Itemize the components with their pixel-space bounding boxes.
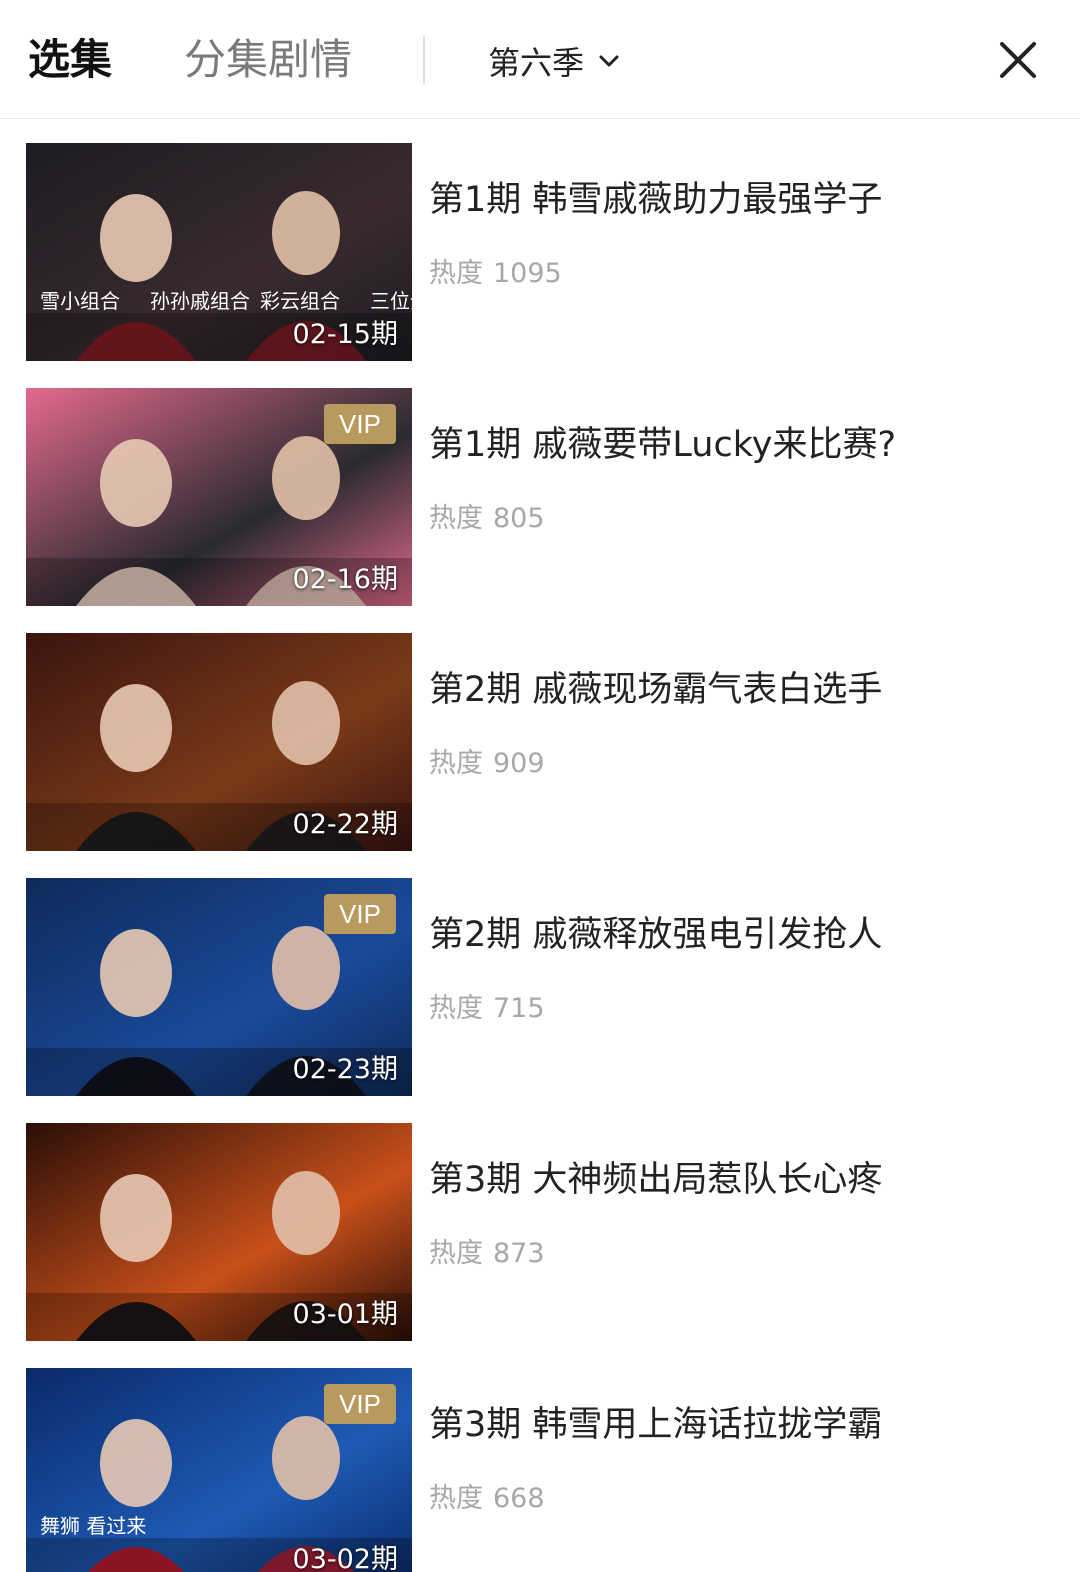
episode-item[interactable]: 舞狮 看过来 VIP 03-02期 第3期 韩雪用上海话拉拢学霸 热度 668 xyxy=(0,1344,1080,1572)
heat-value: 668 xyxy=(493,1483,545,1514)
episode-thumbnail[interactable]: VIP 02-16期 xyxy=(26,388,412,606)
episode-date-label: 02-23期 xyxy=(292,1054,398,1085)
vip-badge: VIP xyxy=(324,404,396,444)
heat-label: 热度 xyxy=(429,1483,483,1514)
heat-value: 909 xyxy=(493,748,545,779)
close-icon[interactable] xyxy=(994,36,1042,84)
episode-heat: 热度 715 xyxy=(429,986,545,1025)
episode-date-label: 02-22期 xyxy=(292,809,398,840)
episode-thumbnail[interactable]: 03-01期 xyxy=(26,1123,412,1341)
episode-date-label: 02-16期 xyxy=(292,564,398,595)
heat-label: 热度 xyxy=(429,1238,483,1269)
chevron-down-icon xyxy=(599,55,619,67)
heat-label: 热度 xyxy=(429,748,483,779)
episode-item[interactable]: 雪小组合 孙孙戚组合彩云组合 三位全能艺人 02-15期 第1期 韩雪戚薇助力最强学… xyxy=(0,119,1080,364)
episode-heat: 热度 1095 xyxy=(429,251,562,290)
heat-value: 715 xyxy=(493,993,545,1024)
episode-date-label: 03-02期 xyxy=(292,1544,398,1572)
episode-title[interactable]: 第1期 戚薇要带Lucky来比赛? xyxy=(429,416,1069,467)
thumbnail-overlay-text: 彩云组合 xyxy=(260,289,340,313)
thumbnail-overlay-text: 舞狮 看过来 xyxy=(40,1514,146,1538)
vip-badge: VIP xyxy=(324,894,396,934)
vip-badge: VIP xyxy=(324,1384,396,1424)
season-label: 第六季 xyxy=(488,44,585,82)
episode-thumbnail[interactable]: 雪小组合 孙孙戚组合彩云组合 三位全能艺人 02-15期 xyxy=(26,143,412,361)
episode-list[interactable]: 雪小组合 孙孙戚组合彩云组合 三位全能艺人 02-15期 第1期 韩雪戚薇助力最强学… xyxy=(0,119,1080,1572)
heat-label: 热度 xyxy=(429,503,483,534)
tab-episodes[interactable]: 选集 xyxy=(28,32,112,88)
heat-value: 1095 xyxy=(493,258,562,289)
heat-label: 热度 xyxy=(429,258,483,289)
episode-thumbnail[interactable]: 舞狮 看过来 VIP 03-02期 xyxy=(26,1368,412,1572)
tab-episode-plot[interactable]: 分集剧情 xyxy=(184,32,352,88)
episode-heat: 热度 873 xyxy=(429,1231,545,1270)
episode-heat: 热度 909 xyxy=(429,741,545,780)
episode-item[interactable]: 02-22期 第2期 戚薇现场霸气表白选手 热度 909 xyxy=(0,609,1080,854)
thumbnail-overlay-text: 孙孙戚组合 xyxy=(150,289,250,313)
episode-panel-header: 选集 分集剧情 第六季 xyxy=(0,0,1080,119)
season-selector[interactable]: 第六季 xyxy=(488,38,622,84)
episode-heat: 热度 805 xyxy=(429,496,545,535)
episode-thumbnail[interactable]: VIP 02-23期 xyxy=(26,878,412,1096)
episode-heat: 热度 668 xyxy=(429,1476,545,1515)
heat-label: 热度 xyxy=(429,993,483,1024)
episode-title[interactable]: 第2期 戚薇现场霸气表白选手 xyxy=(429,661,1069,712)
episode-title[interactable]: 第1期 韩雪戚薇助力最强学子 xyxy=(429,171,1069,222)
episode-item[interactable]: 03-01期 第3期 大神频出局惹队长心疼 热度 873 xyxy=(0,1099,1080,1344)
episode-item[interactable]: VIP 02-16期 第1期 戚薇要带Lucky来比赛? 热度 805 xyxy=(0,364,1080,609)
episode-title[interactable]: 第3期 大神频出局惹队长心疼 xyxy=(429,1151,1069,1202)
episode-date-label: 03-01期 xyxy=(292,1299,398,1330)
header-divider xyxy=(423,36,425,84)
thumbnail-overlay-text: 三位全能艺人 xyxy=(370,289,412,313)
episode-item[interactable]: VIP 02-23期 第2期 戚薇释放强电引发抢人 热度 715 xyxy=(0,854,1080,1099)
heat-value: 873 xyxy=(493,1238,545,1269)
thumbnail-overlay-text: 雪小组合 xyxy=(40,289,120,313)
episode-title[interactable]: 第2期 戚薇释放强电引发抢人 xyxy=(429,906,1069,957)
episode-title[interactable]: 第3期 韩雪用上海话拉拢学霸 xyxy=(429,1396,1069,1447)
episode-date-label: 02-15期 xyxy=(292,319,398,350)
episode-thumbnail[interactable]: 02-22期 xyxy=(26,633,412,851)
heat-value: 805 xyxy=(493,503,545,534)
